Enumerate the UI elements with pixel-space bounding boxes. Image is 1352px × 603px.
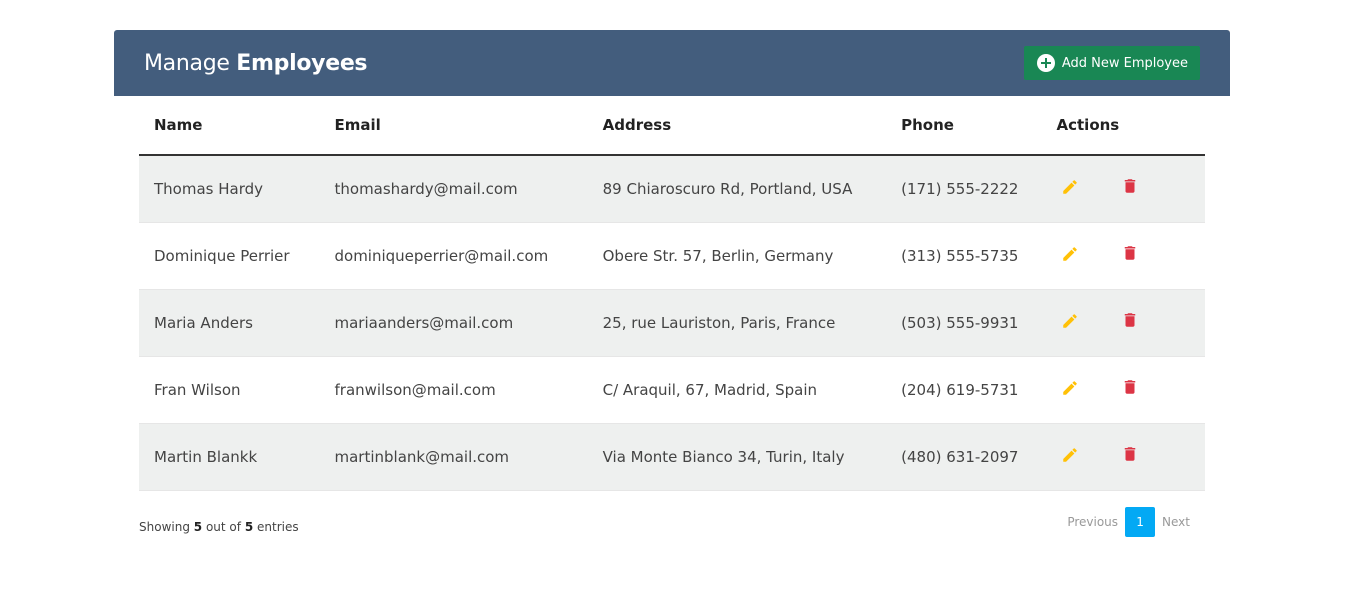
cell-address: 89 Chiaroscuro Rd, Portland, USA: [587, 155, 887, 223]
cell-email: dominiqueperrier@mail.com: [319, 222, 588, 290]
cell-actions: [1041, 423, 1205, 491]
column-header-name: Name: [139, 96, 320, 156]
cell-phone: (480) 631-2097: [886, 423, 1042, 491]
add-new-employee-button[interactable]: Add New Employee: [1023, 46, 1200, 80]
column-header-phone: Phone: [886, 96, 1042, 156]
cell-address: C/ Araquil, 67, Madrid, Spain: [587, 356, 887, 424]
trash-icon[interactable]: [1121, 378, 1139, 396]
page-1-button[interactable]: 1: [1125, 507, 1156, 537]
cell-name: Maria Anders: [139, 289, 320, 357]
cell-email: mariaanders@mail.com: [319, 289, 588, 357]
add-new-employee-label: Add New Employee: [1061, 55, 1188, 71]
entries-summary: Showing 5 out of 5 entries: [139, 520, 299, 534]
page-title: Manage Employees: [144, 51, 368, 76]
table-row: Maria Anders mariaanders@mail.com 25, ru…: [139, 289, 1205, 357]
cell-address: 25, rue Lauriston, Paris, France: [587, 289, 887, 357]
plus-circle-icon: [1036, 54, 1055, 72]
cell-name: Fran Wilson: [139, 356, 320, 424]
showing-count: 5: [193, 520, 203, 534]
table-row: Fran Wilson franwilson@mail.com C/ Araqu…: [139, 356, 1205, 424]
table-row: Thomas Hardy thomashardy@mail.com 89 Chi…: [139, 155, 1205, 223]
cell-phone: (313) 555-5735: [886, 222, 1042, 290]
cell-email: franwilson@mail.com: [319, 356, 588, 424]
pencil-icon[interactable]: [1061, 379, 1079, 397]
cell-actions: [1041, 356, 1205, 424]
pencil-icon[interactable]: [1061, 446, 1079, 464]
trash-icon[interactable]: [1121, 311, 1139, 329]
cell-name: Martin Blankk: [139, 423, 320, 491]
trash-icon[interactable]: [1121, 177, 1139, 195]
cell-actions: [1041, 289, 1205, 357]
previous-page-link[interactable]: Previous: [1060, 515, 1125, 529]
pencil-icon[interactable]: [1061, 312, 1079, 330]
table-footer: Showing 5 out of 5 entries Previous 1 Ne…: [139, 507, 1205, 560]
pagination: Previous 1 Next: [1060, 507, 1197, 537]
employees-table: Name Email Address Phone Actions Thomas …: [139, 96, 1205, 491]
table-row: Martin Blankk martinblank@mail.com Via M…: [139, 423, 1205, 491]
cell-actions: [1041, 222, 1205, 290]
column-header-actions: Actions: [1041, 96, 1205, 156]
cell-email: thomashardy@mail.com: [319, 155, 588, 223]
next-page-link[interactable]: Next: [1155, 515, 1197, 529]
column-header-email: Email: [319, 96, 588, 156]
table-title-bar: Manage Employees Add New Employee: [114, 30, 1230, 96]
pencil-icon[interactable]: [1061, 178, 1079, 196]
cell-name: Thomas Hardy: [139, 155, 320, 223]
table-row: Dominique Perrier dominiqueperrier@mail.…: [139, 222, 1205, 290]
trash-icon[interactable]: [1121, 445, 1139, 463]
cell-address: Obere Str. 57, Berlin, Germany: [587, 222, 887, 290]
cell-actions: [1041, 155, 1205, 223]
column-header-address: Address: [587, 96, 887, 156]
cell-name: Dominique Perrier: [139, 222, 320, 290]
trash-icon[interactable]: [1121, 244, 1139, 262]
cell-phone: (171) 555-2222: [886, 155, 1042, 223]
table-header-row: Name Email Address Phone Actions: [139, 96, 1205, 156]
cell-email: martinblank@mail.com: [319, 423, 588, 491]
cell-phone: (204) 619-5731: [886, 356, 1042, 424]
pencil-icon[interactable]: [1061, 245, 1079, 263]
employee-table-wrapper: Manage Employees Add New Employee Name E…: [114, 30, 1230, 537]
cell-phone: (503) 555-9931: [886, 289, 1042, 357]
cell-address: Via Monte Bianco 34, Turin, Italy: [587, 423, 887, 491]
total-count: 5: [244, 520, 254, 534]
